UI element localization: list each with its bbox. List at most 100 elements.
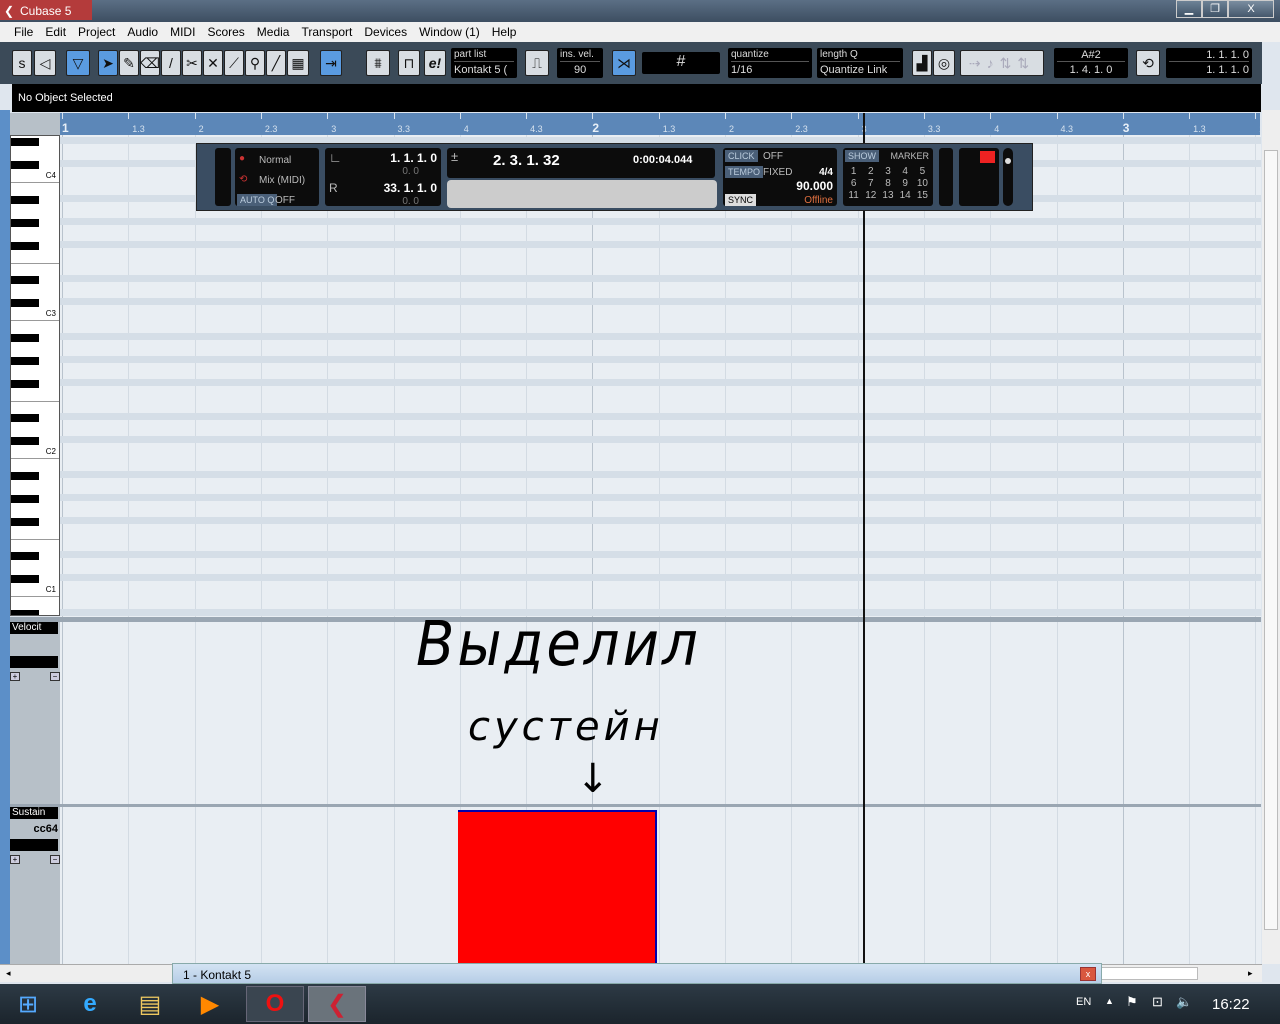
tempo-value[interactable]: 90.000 <box>796 179 833 193</box>
kontakt-window-titlebar[interactable]: 1 - Kontakt 5 x <box>172 963 1102 984</box>
length-quantize-dropdown[interactable]: length Q Quantize Link <box>817 48 903 78</box>
marker-button[interactable]: 7 <box>862 178 879 189</box>
marker-button[interactable]: 5 <box>914 166 931 177</box>
black-key[interactable] <box>11 552 39 560</box>
horizontal-scroll-thumb[interactable] <box>1100 967 1198 980</box>
color-scheme-icon[interactable]: ⟲ <box>1136 50 1160 76</box>
sync-button[interactable]: SYNC <box>725 194 757 206</box>
black-key[interactable] <box>11 333 39 342</box>
record-mode[interactable]: Normal <box>259 155 291 166</box>
add-lane-icon[interactable]: + <box>10 672 20 681</box>
midi-input-icon[interactable]: ◎ <box>933 50 955 76</box>
opera-icon[interactable]: O <box>246 986 304 1022</box>
menu-scores[interactable]: Scores <box>201 22 250 42</box>
solo-editor-button[interactable]: s <box>12 50 32 76</box>
piano-keyboard[interactable]: C4 C3 C2 C1 <box>10 135 60 616</box>
erase-tool-icon[interactable]: ⌫ <box>140 50 160 76</box>
marker-button[interactable]: 9 <box>897 178 914 189</box>
trim-tool-icon[interactable]: / <box>161 50 181 76</box>
chord-icon[interactable]: ▟ <box>912 50 932 76</box>
step-input-icon[interactable]: ⎍ <box>525 50 549 76</box>
menu-project[interactable]: Project <box>72 22 121 42</box>
glue-tool-icon[interactable]: ⟋ <box>224 50 244 76</box>
show-markers-button[interactable]: SHOW <box>845 150 879 162</box>
media-player-icon[interactable]: ▶ <box>182 986 238 1022</box>
split-tool-icon[interactable]: ✂ <box>182 50 202 76</box>
post-roll[interactable]: 0. 0 <box>402 196 419 207</box>
grid-type-icon[interactable]: # <box>642 52 720 74</box>
black-key[interactable] <box>11 494 39 503</box>
start-button[interactable]: ⊞ <box>0 986 56 1022</box>
explorer-folder-icon[interactable]: ▤ <box>122 986 178 1022</box>
black-key[interactable] <box>11 609 39 615</box>
sustain-lane[interactable] <box>60 807 1261 964</box>
edit-in-place-button[interactable]: e! <box>424 50 446 76</box>
vertical-scrollbar[interactable] <box>1262 110 1280 964</box>
insert-velocity-field[interactable]: ins. vel. 90 <box>557 48 603 78</box>
object-selection-tool-icon[interactable]: ➤ <box>98 50 118 76</box>
remove-lane-icon[interactable]: − <box>50 672 60 681</box>
independent-track-loop-icon[interactable]: ⩩ <box>366 50 390 76</box>
volume-icon[interactable]: 🔈 <box>1176 994 1192 1010</box>
menu-midi[interactable]: MIDI <box>164 22 201 42</box>
marker-button[interactable]: 8 <box>879 178 896 189</box>
snap-button[interactable]: ⋊ <box>612 50 636 76</box>
quantize-dropdown[interactable]: quantize 1/16 <box>728 48 812 78</box>
acoustic-feedback-icon[interactable]: ◁ <box>34 50 56 76</box>
menu-help[interactable]: Help <box>486 22 523 42</box>
output-level-slider[interactable] <box>1003 148 1013 206</box>
black-key[interactable] <box>11 299 39 307</box>
menu-edit[interactable]: Edit <box>39 22 72 42</box>
restore-button[interactable]: ❐ <box>1202 0 1228 18</box>
marker-button[interactable]: 1 <box>845 166 862 177</box>
close-button[interactable]: X <box>1228 0 1274 18</box>
kontakt-close-button[interactable]: x <box>1080 967 1096 981</box>
show-info-button[interactable]: ▽ <box>66 50 90 76</box>
black-key[interactable] <box>11 414 39 422</box>
loop-icon[interactable]: ⊓ <box>398 50 420 76</box>
marker-button[interactable]: 4 <box>897 166 914 177</box>
marker-button[interactable]: 13 <box>879 190 896 201</box>
project-cursor[interactable] <box>863 113 865 963</box>
black-key[interactable] <box>11 241 39 250</box>
add-lane-icon[interactable]: + <box>10 855 20 864</box>
remove-lane-icon[interactable]: − <box>50 855 60 864</box>
vertical-scroll-thumb[interactable] <box>1264 150 1278 930</box>
right-locator[interactable]: 33. 1. 1. 0 <box>384 181 437 195</box>
menu-media[interactable]: Media <box>251 22 296 42</box>
minimize-button[interactable]: ▁ <box>1176 0 1202 18</box>
black-key[interactable] <box>11 437 39 445</box>
black-key[interactable] <box>11 218 39 227</box>
zoom-tool-icon[interactable]: ⚲ <box>245 50 265 76</box>
marker-button[interactable]: 10 <box>914 178 931 189</box>
black-key[interactable] <box>11 356 39 365</box>
line-tool-icon[interactable]: ╱ <box>266 50 286 76</box>
marker-button[interactable]: 14 <box>897 190 914 201</box>
tempo-button[interactable]: TEMPO <box>725 166 764 178</box>
black-key[interactable] <box>11 471 39 480</box>
marker-button[interactable]: 2 <box>862 166 879 177</box>
left-locator[interactable]: 1. 1. 1. 0 <box>390 151 437 165</box>
mute-tool-icon[interactable]: ✕ <box>203 50 223 76</box>
marker-button[interactable]: 6 <box>845 178 862 189</box>
black-key[interactable] <box>11 138 39 146</box>
marker-button[interactable]: 15 <box>914 190 931 201</box>
cubase-taskbar-icon[interactable]: ❮ <box>308 986 366 1022</box>
black-key[interactable] <box>11 517 39 526</box>
internet-explorer-icon[interactable]: e <box>62 986 118 1022</box>
menu-transport[interactable]: Transport <box>295 22 358 42</box>
menu-devices[interactable]: Devices <box>358 22 413 42</box>
action-center-flag-icon[interactable]: ⚑ <box>1126 994 1138 1010</box>
velocity-lane-selector[interactable]: Velocit <box>10 622 58 634</box>
autoq-button[interactable]: AUTO Q <box>237 194 278 206</box>
network-icon[interactable]: ⊡ <box>1152 994 1163 1010</box>
part-list-dropdown[interactable]: part list Kontakt 5 ( <box>451 48 517 78</box>
marker-button[interactable]: 3 <box>879 166 896 177</box>
show-hidden-icons[interactable]: ▲ <box>1105 996 1114 1006</box>
midi-step-buttons[interactable]: ⇢♪⇅⇅ <box>960 50 1044 76</box>
time-warp-tool-icon[interactable]: ▦ <box>287 50 309 76</box>
marker-button[interactable]: 12 <box>862 190 879 201</box>
black-key[interactable] <box>11 161 39 169</box>
cycle-record-mode[interactable]: Mix (MIDI) <box>259 175 305 186</box>
menu-window[interactable]: Window (1) <box>413 22 486 42</box>
